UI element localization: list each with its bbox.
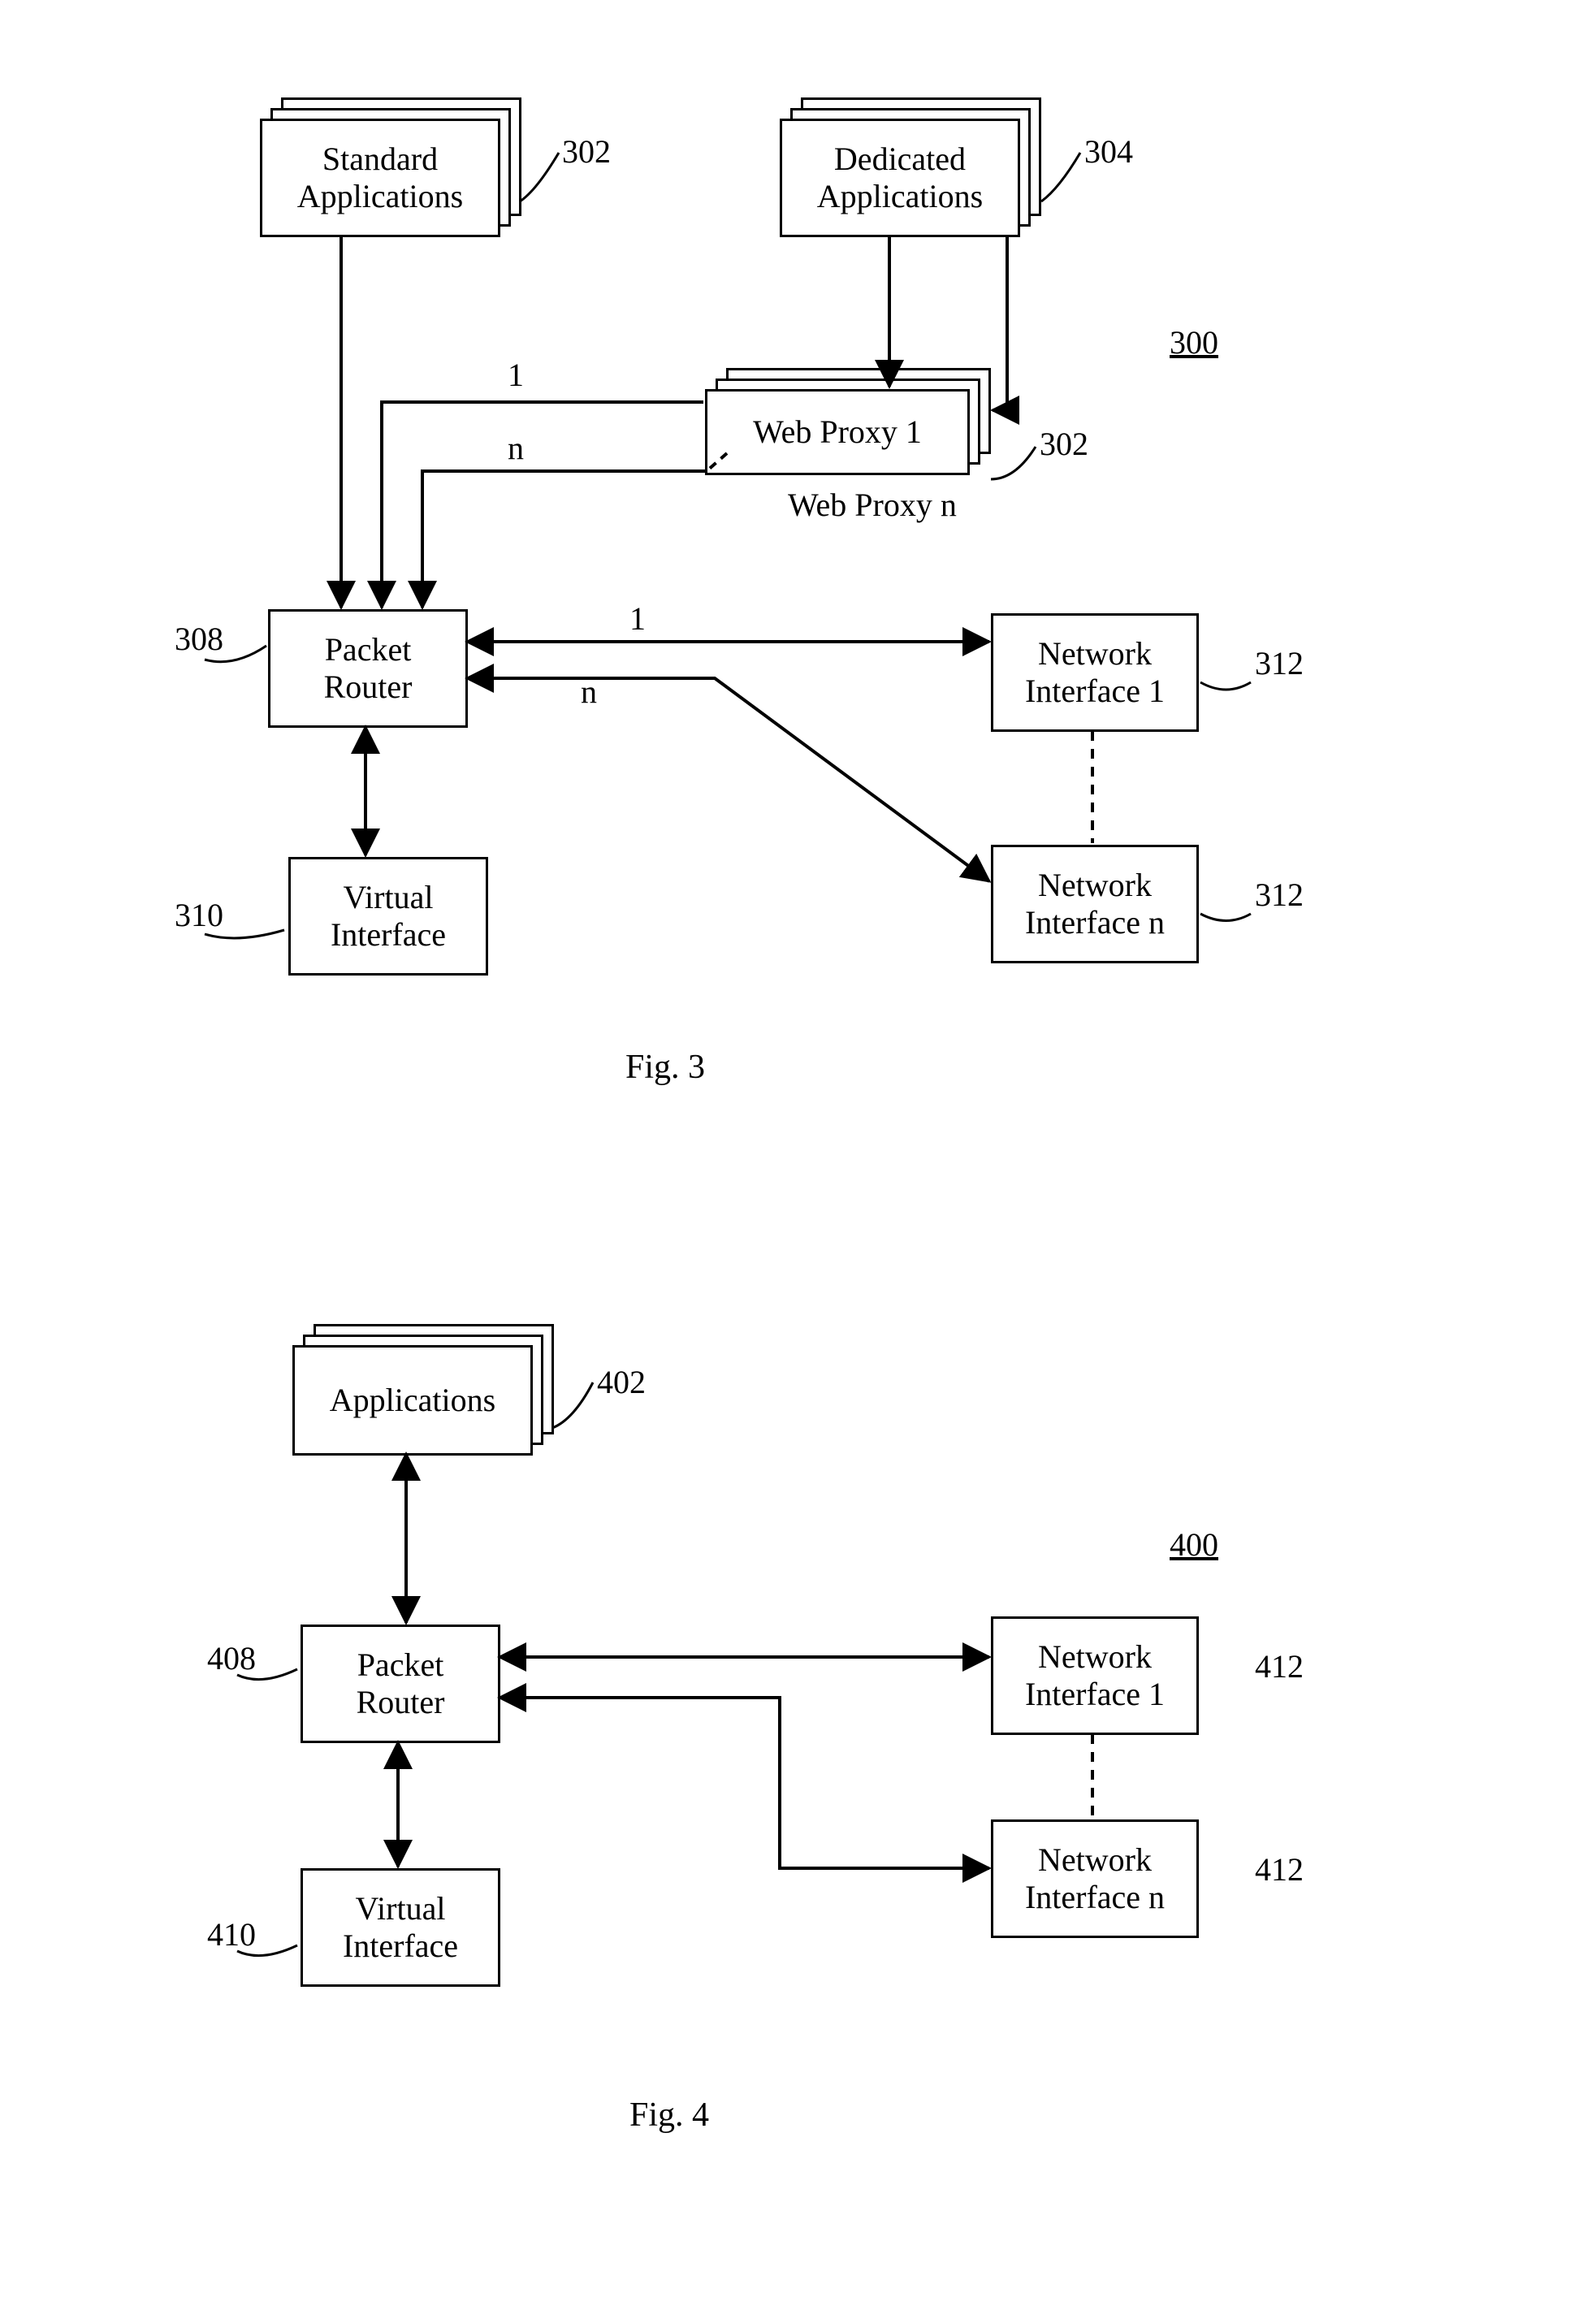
fig4-packet-router-ref: 408 (207, 1641, 256, 1677)
fig4-virtual-if-ref: 410 (207, 1917, 256, 1953)
fig3-edge-pr-ni1: 1 (629, 601, 646, 637)
fig4-net-if-1-ref: 412 (1255, 1649, 1304, 1685)
fig3-id: 300 (1170, 325, 1218, 361)
fig3-ded-apps: Dedicated Applications (780, 119, 1020, 237)
fig3-net-if-1: Network Interface 1 (991, 613, 1199, 732)
fig3-edge-wpn-pr: n (508, 430, 524, 466)
fig3-packet-router-ref: 308 (175, 621, 223, 657)
fig3-virtual-if: Virtual Interface (288, 857, 488, 976)
fig4-apps-ref: 402 (597, 1365, 646, 1400)
fig3-packet-router: Packet Router (268, 609, 468, 728)
fig3-virtual-if-ref: 310 (175, 898, 223, 933)
fig3-web-proxy-1: Web Proxy 1 (705, 389, 970, 475)
fig4-virtual-if: Virtual Interface (301, 1868, 500, 1987)
fig3-web-proxy-n-label: Web Proxy n (788, 487, 957, 523)
fig4-net-if-n: Network Interface n (991, 1819, 1199, 1938)
fig3-edge-wp1-pr: 1 (508, 357, 524, 393)
fig4-id: 400 (1170, 1527, 1218, 1563)
fig3-std-apps-ref: 302 (562, 134, 611, 170)
fig4-net-if-n-ref: 412 (1255, 1852, 1304, 1888)
fig4-apps: Applications (292, 1345, 533, 1456)
fig3-net-if-1-ref: 312 (1255, 646, 1304, 681)
fig3-web-proxy-ref: 302 (1040, 426, 1088, 462)
fig4-packet-router: Packet Router (301, 1625, 500, 1743)
fig3-ded-apps-ref: 304 (1084, 134, 1133, 170)
page: Standard Applications 302 Dedicated Appl… (0, 0, 1596, 2319)
connector-layer (0, 0, 1596, 2319)
fig3-net-if-n: Network Interface n (991, 845, 1199, 963)
fig3-edge-pr-nin: n (581, 674, 597, 710)
fig4-caption: Fig. 4 (629, 2096, 709, 2135)
fig4-net-if-1: Network Interface 1 (991, 1616, 1199, 1735)
fig3-std-apps: Standard Applications (260, 119, 500, 237)
fig3-caption: Fig. 3 (625, 1048, 705, 1087)
fig3-net-if-n-ref: 312 (1255, 877, 1304, 913)
